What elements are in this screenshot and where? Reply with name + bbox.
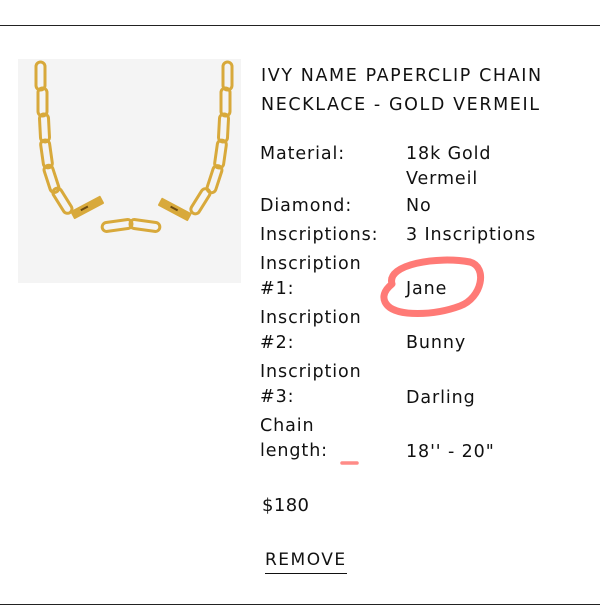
inscription-1-value: Jane [406,279,448,299]
inscription-2-value: Bunny [406,333,467,353]
chain-length-label-line2: length: [260,441,328,461]
inscription-3-value: Darling [406,388,476,408]
material-value-line1: 18k Gold [406,144,492,164]
material-value-line2: Vermeil [406,169,479,189]
diamond-label: Diamond: [260,196,353,216]
inscription-2-label: Inscription #2: [260,306,400,356]
product-image[interactable] [18,59,241,283]
top-divider [0,25,600,26]
product-title-line2: NECKLACE - GOLD VERMEIL [261,95,541,115]
inscription-1-label-line2: #1: [260,279,295,299]
bottom-divider [0,604,600,605]
inscription-1-label-line1: Inscription [260,254,362,274]
material-label: Material: [260,144,346,164]
inscription-2-label-line1: Inscription [260,308,362,328]
chain-length-label: Chain length: [260,414,400,464]
remove-button[interactable]: REMOVE [265,549,347,574]
chain-length-value: 18'' - 20" [406,442,495,462]
inscription-3-label: Inscription #3: [260,360,400,410]
product-title-line1: IVY NAME PAPERCLIP CHAIN [261,66,543,86]
inscription-1-label: Inscription #1: [260,252,400,302]
diamond-value: No [406,196,432,216]
inscription-2-label-line2: #2: [260,333,295,353]
inscription-3-label-line2: #3: [260,387,295,407]
material-value: 18k Gold Vermeil [406,142,596,192]
inscriptions-value: 3 Inscriptions [406,225,537,245]
necklace-image [18,59,241,283]
inscription-3-label-line1: Inscription [260,362,362,382]
price: $180 [262,495,310,516]
chain-length-label-line1: Chain [260,416,315,436]
product-title[interactable]: IVY NAME PAPERCLIP CHAIN NECKLACE - GOLD… [261,62,591,120]
inscriptions-label: Inscriptions: [260,225,379,245]
